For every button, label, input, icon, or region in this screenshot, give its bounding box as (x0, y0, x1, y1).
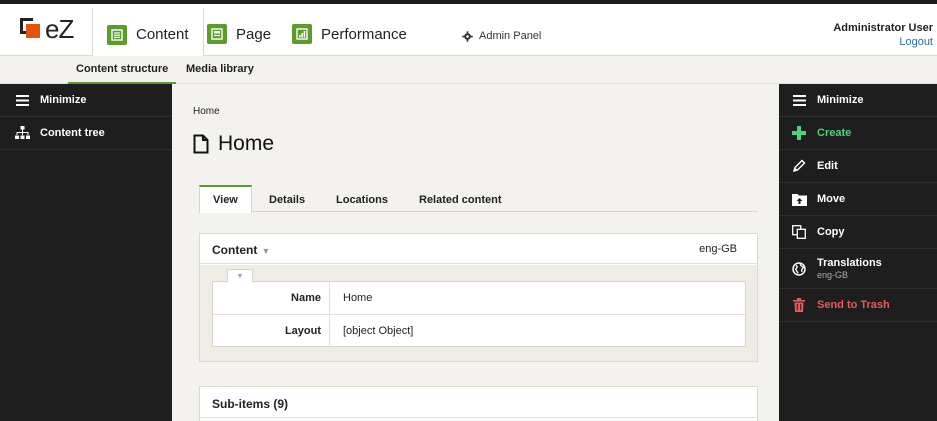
logout-link[interactable]: Logout (899, 36, 933, 48)
translations-label: Translations (817, 257, 882, 269)
content-icon (107, 24, 127, 45)
left-sidebar: Minimize Content tree (0, 84, 172, 421)
document-icon (193, 134, 209, 154)
field-label: Name (213, 282, 330, 314)
copy-button[interactable]: Copy (779, 216, 937, 249)
divider (200, 417, 757, 418)
admin-panel-link[interactable]: Admin Panel (462, 30, 541, 42)
copy-label: Copy (817, 226, 845, 238)
right-sidebar: Minimize Create Edit Move Copy Translati… (779, 84, 937, 421)
content-panel-body: ▼ Name Home Layout [object Object] (200, 265, 757, 361)
top-nav-page[interactable]: Page (207, 8, 271, 60)
ez-logo-mark-icon (20, 18, 42, 40)
field-value: Home (343, 292, 373, 304)
field-value: [object Object] (343, 325, 414, 337)
content-panel-title-text: Content (212, 243, 258, 257)
create-label: Create (817, 127, 852, 139)
content-panel: Content ▼ eng-GB ▼ Name Home Layout [obje… (199, 233, 758, 362)
plus-icon (791, 125, 807, 141)
top-nav-content[interactable]: Content (92, 8, 204, 61)
top-bar: eZ Content Page Performance Admin Panel … (0, 0, 937, 61)
hamburger-icon (791, 92, 807, 108)
content-panel-title: Content ▼ (212, 243, 270, 257)
copy-icon (791, 224, 807, 240)
fields-toggle-caret-icon[interactable]: ▼ (227, 269, 253, 283)
sub-nav: Content structure Media library (0, 56, 937, 84)
brand-name: eZ (45, 14, 74, 44)
trash-icon (791, 297, 807, 313)
hamburger-icon (14, 92, 30, 108)
field-label: Layout (213, 315, 330, 347)
translations-button[interactable]: Translations eng-GB (779, 249, 937, 289)
page-title-text: Home (218, 132, 275, 155)
tab-details[interactable]: Details (269, 185, 305, 213)
field-row: Layout [object Object] (213, 315, 745, 348)
field-row: Name Home (213, 282, 745, 315)
send-to-trash-button[interactable]: Send to Trash (779, 289, 937, 322)
tab-locations[interactable]: Locations (336, 185, 388, 213)
left-minimize-label: Minimize (40, 94, 87, 106)
left-minimize-button[interactable]: Minimize (0, 84, 172, 117)
sub-nav-media-library[interactable]: Media library (186, 56, 254, 84)
translations-language: eng-GB (817, 270, 849, 280)
globe-icon (791, 261, 807, 277)
sub-items-title: Sub-items (9) (212, 397, 289, 411)
user-name: Administrator User (833, 22, 933, 34)
right-minimize-button[interactable]: Minimize (779, 84, 937, 117)
sub-items-panel: Sub-items (9) (199, 386, 758, 421)
edit-button[interactable]: Edit (779, 150, 937, 183)
edit-label: Edit (817, 160, 838, 172)
top-nav-performance-label: Performance (321, 25, 407, 43)
tab-related-content[interactable]: Related content (419, 185, 502, 213)
create-button[interactable]: Create (779, 117, 937, 150)
translations-text: Translations eng-GB (817, 257, 882, 280)
fields-table: ▼ Name Home Layout [object Object] (212, 269, 746, 348)
top-nav-performance[interactable]: Performance (292, 8, 407, 60)
pencil-icon (791, 158, 807, 174)
content-language: eng-GB (699, 243, 737, 255)
top-nav-content-label: Content (136, 26, 189, 43)
breadcrumb[interactable]: Home (193, 106, 220, 117)
send-to-trash-label: Send to Trash (817, 299, 890, 311)
page-title: Home (193, 132, 274, 156)
content-tree-button[interactable]: Content tree (0, 117, 172, 150)
admin-panel-label: Admin Panel (479, 30, 542, 42)
move-button[interactable]: Move (779, 183, 937, 216)
move-folder-icon (791, 191, 807, 207)
performance-icon (292, 24, 312, 44)
sub-nav-content-structure[interactable]: Content structure (68, 56, 177, 84)
page-icon (207, 24, 227, 44)
caret-down-icon: ▼ (261, 246, 271, 256)
right-minimize-label: Minimize (817, 94, 864, 106)
tree-icon (14, 125, 30, 141)
move-label: Move (817, 193, 846, 205)
main-content: Home Home View Details Locations Related… (172, 84, 779, 421)
ez-logo[interactable]: eZ (20, 14, 74, 44)
tab-bar: View Details Locations Related content (199, 185, 758, 213)
tab-view[interactable]: View (199, 185, 252, 213)
content-tree-label: Content tree (40, 127, 105, 139)
content-panel-header[interactable]: Content ▼ eng-GB (200, 234, 757, 264)
gear-icon (462, 30, 473, 42)
top-nav-page-label: Page (236, 25, 272, 43)
